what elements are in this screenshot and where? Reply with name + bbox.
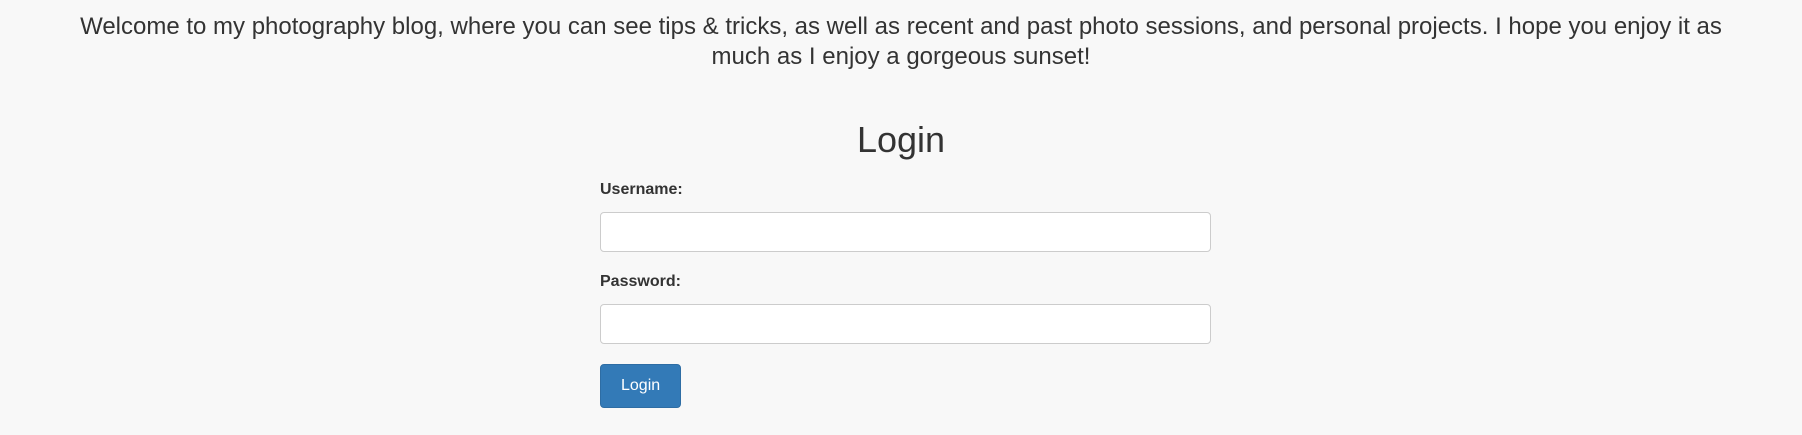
password-input[interactable] — [600, 304, 1211, 344]
intro-text: Welcome to my photography blog, where yo… — [80, 13, 1722, 70]
password-label: Password: — [600, 273, 681, 290]
page: Welcome to my photography blog, where yo… — [0, 0, 1802, 435]
login-title: Login — [856, 119, 946, 160]
username-label: Username: — [600, 181, 683, 198]
username-input[interactable] — [600, 212, 1211, 252]
login-form: Username: Password: Login — [600, 180, 1211, 408]
login-button[interactable]: Login — [600, 364, 682, 408]
